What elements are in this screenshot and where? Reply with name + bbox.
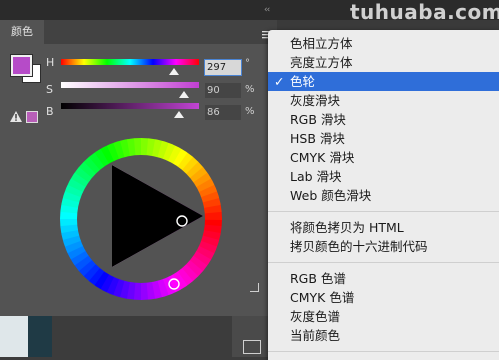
brightness-value-field[interactable]: 86 <box>205 105 241 120</box>
menu-separator <box>268 262 499 263</box>
menu-item[interactable]: Web 颜色滑块 <box>268 186 499 205</box>
menu-item-label: RGB 滑块 <box>290 112 346 127</box>
color-panel: 颜色 H 297 ° S 90 % B 86 % <box>0 20 277 316</box>
hue-slider-thumb[interactable] <box>169 68 179 75</box>
panel-flyout-menu: 色相立方体亮度立方体 ✓ 色轮灰度滑块 RGB 滑块 HSB 滑块 CMYK 滑块 Lab … <box>268 30 499 360</box>
hue-slider[interactable] <box>61 59 199 65</box>
hue-unit: ° <box>245 58 250 69</box>
menu-item[interactable]: 色相立方体 <box>268 34 499 53</box>
menu-item-label: CMYK 色谱 <box>290 290 355 305</box>
menu-item[interactable]: RGB 滑块 <box>268 110 499 129</box>
gamut-warning-icon <box>10 111 22 122</box>
menu-item-label: RGB 色谱 <box>290 271 346 286</box>
menu-item[interactable]: 亮度立方体 <box>268 53 499 72</box>
hue-label: H <box>46 56 55 69</box>
menu-item[interactable]: 将颜色拷贝为 HTML <box>268 218 499 237</box>
menu-item-label: 色轮 <box>290 74 316 89</box>
saturation-value-field[interactable]: 90 <box>205 83 241 98</box>
document-canvas-edge <box>28 316 52 357</box>
menu-item-label: 灰度色谱 <box>290 309 341 324</box>
watermark: tuhuaba.com <box>350 0 499 24</box>
image-icon[interactable] <box>243 340 261 354</box>
menu-separator <box>268 211 499 212</box>
saturation-unit: % <box>245 84 255 95</box>
menu-item-label: 将颜色拷贝为 HTML <box>290 220 404 235</box>
menu-item[interactable]: Lab 滑块 <box>268 167 499 186</box>
menu-item-label: HSB 滑块 <box>290 131 345 146</box>
tab-color[interactable]: 颜色 <box>0 20 44 44</box>
checkmark-icon: ✓ <box>274 74 285 89</box>
menu-item[interactable]: 灰度滑块 <box>268 91 499 110</box>
menu-item-label: CMYK 滑块 <box>290 150 355 165</box>
menu-item[interactable]: ✓ 色轮 <box>268 72 499 91</box>
menu-item[interactable]: RGB 色谱 <box>268 269 499 288</box>
brightness-unit: % <box>245 106 255 117</box>
collapse-panels-icon[interactable]: ‹‹ <box>264 5 270 15</box>
menu-item-label: 亮度立方体 <box>290 55 353 70</box>
saturation-slider-thumb[interactable] <box>179 91 189 98</box>
menu-item[interactable]: 拷贝颜色的十六进制代码 <box>268 237 499 256</box>
menu-item[interactable]: CMYK 色谱 <box>268 288 499 307</box>
menu-item-label: Lab 滑块 <box>290 169 342 184</box>
saturation-slider[interactable] <box>61 82 199 88</box>
menu-item[interactable]: 当前颜色 <box>268 326 499 345</box>
menu-item-label: 色相立方体 <box>290 36 353 51</box>
hue-value-field[interactable]: 297 <box>204 59 242 76</box>
menu-item-label: 当前颜色 <box>290 328 341 343</box>
brightness-label: B <box>46 105 54 118</box>
menu-item[interactable]: HSB 滑块 <box>268 129 499 148</box>
menu-item[interactable]: CMYK 滑块 <box>268 148 499 167</box>
menu-separator <box>268 351 499 352</box>
gamut-warning-swatch[interactable] <box>26 111 38 123</box>
saturation-label: S <box>46 83 53 96</box>
brightness-slider[interactable] <box>61 103 199 109</box>
foreground-color-swatch[interactable] <box>10 54 33 77</box>
brightness-slider-thumb[interactable] <box>174 111 184 118</box>
color-wheel[interactable] <box>59 137 224 301</box>
menu-item[interactable]: 灰度色谱 <box>268 307 499 326</box>
panel-tab-bar: 颜色 <box>0 20 277 44</box>
resize-corner-icon[interactable] <box>250 283 259 292</box>
menu-item-label: 灰度滑块 <box>290 93 341 108</box>
menu-item-label: 拷贝颜色的十六进制代码 <box>290 239 428 254</box>
menu-item-label: Web 颜色滑块 <box>290 188 372 203</box>
